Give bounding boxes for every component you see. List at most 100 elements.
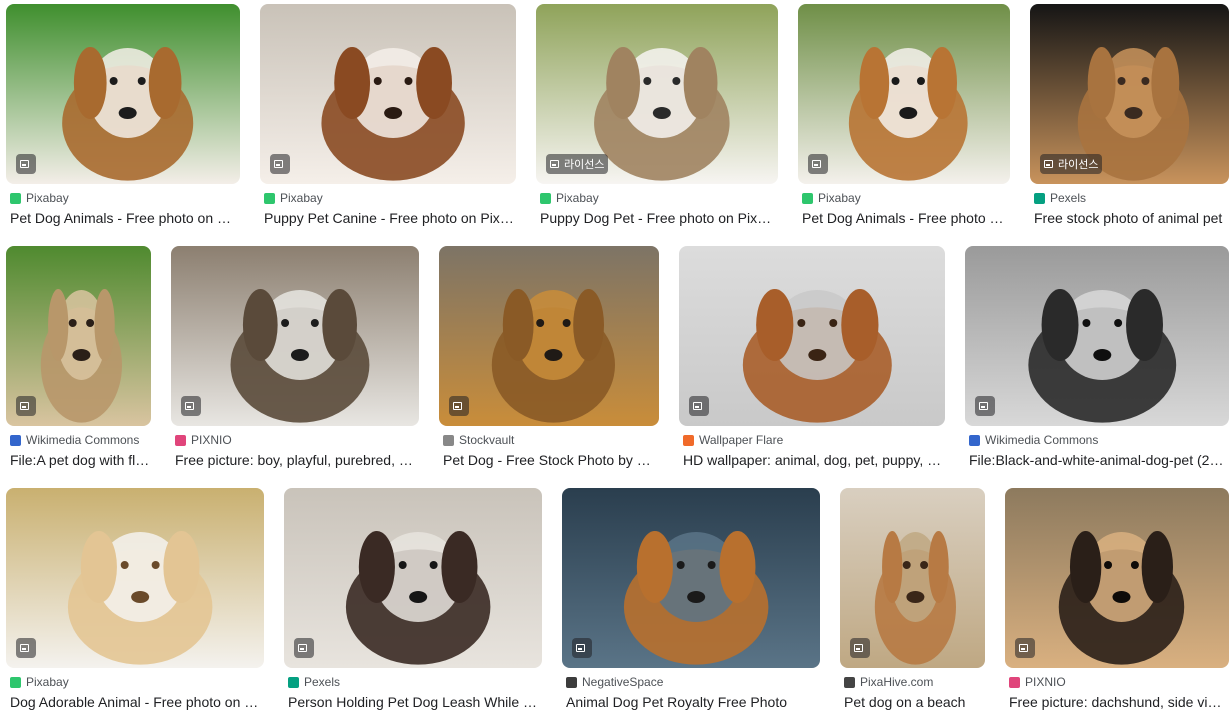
- source-name: Wikimedia Commons: [985, 433, 1099, 447]
- image-badge: 라이선스: [1040, 154, 1103, 174]
- image-badge: [16, 638, 36, 658]
- image-result[interactable]: Wallpaper Flare HD wallpaper: animal, dog…: [679, 246, 945, 470]
- result-source[interactable]: Stockvault: [443, 432, 514, 448]
- image-result[interactable]: PixaHive.com Pet dog on a beach: [840, 488, 985, 712]
- source-name: Pixabay: [818, 191, 861, 205]
- image-badge: [808, 154, 828, 174]
- negativespace-icon: [566, 676, 577, 688]
- image-result[interactable]: NegativeSpace Animal Dog Pet Royalty Free…: [562, 488, 820, 712]
- result-thumbnail[interactable]: [6, 488, 264, 668]
- result-thumbnail[interactable]: [6, 246, 151, 426]
- result-title[interactable]: Pet dog on a beach: [844, 692, 985, 712]
- result-title[interactable]: Pet Dog Animals - Free photo on Pixabay: [802, 208, 1010, 228]
- result-source[interactable]: Pixabay: [10, 674, 69, 690]
- source-name: Pixabay: [280, 191, 323, 205]
- image-result[interactable]: Pixabay Pet Dog Animals - Free photo on P…: [6, 4, 240, 228]
- result-thumbnail[interactable]: [439, 246, 659, 426]
- image-icon: [20, 160, 29, 168]
- result-thumbnail[interactable]: 라이선스: [1030, 4, 1229, 184]
- dog-photo: [6, 4, 240, 184]
- dog-photo: [284, 488, 542, 668]
- image-result[interactable]: 라이선스 Pixabay Puppy Dog Pet - Free photo on…: [536, 4, 778, 228]
- result-title[interactable]: File:Black-and-white-animal-dog-pet (240…: [969, 450, 1229, 470]
- dog-photo: [679, 246, 945, 426]
- image-badge: 라이선스: [546, 154, 609, 174]
- image-icon: [185, 402, 194, 410]
- license-label: 라이선스: [564, 159, 605, 171]
- image-icon: [274, 160, 283, 168]
- dog-photo: [6, 488, 264, 668]
- result-title[interactable]: Puppy Pet Canine - Free photo on Pixabay: [264, 208, 516, 228]
- image-result[interactable]: Pixabay Puppy Pet Canine - Free photo on …: [260, 4, 516, 228]
- result-title[interactable]: Free picture: boy, playful, purebred, po…: [175, 450, 419, 470]
- image-badge: [572, 638, 592, 658]
- pixabay-icon: [264, 192, 275, 204]
- result-thumbnail[interactable]: [798, 4, 1010, 184]
- result-title[interactable]: Free stock photo of animal pet: [1034, 208, 1229, 228]
- result-source[interactable]: Pexels: [288, 674, 340, 690]
- result-source[interactable]: NegativeSpace: [566, 674, 663, 690]
- result-title[interactable]: HD wallpaper: animal, dog, pet, puppy, c…: [683, 450, 945, 470]
- result-source[interactable]: Wikimedia Commons: [10, 432, 139, 448]
- result-source[interactable]: Wallpaper Flare: [683, 432, 783, 448]
- dog-photo: [1005, 488, 1229, 668]
- result-title[interactable]: Person Holding Pet Dog Leash While Walki…: [288, 692, 542, 712]
- result-thumbnail[interactable]: 라이선스: [536, 4, 778, 184]
- image-icon: [1044, 160, 1053, 168]
- result-source[interactable]: Pixabay: [10, 190, 69, 206]
- image-result[interactable]: Wikimedia Commons File:A pet dog with flu…: [6, 246, 151, 470]
- image-result[interactable]: Pexels Person Holding Pet Dog Leash While…: [284, 488, 542, 712]
- result-thumbnail[interactable]: [171, 246, 419, 426]
- pixabay-icon: [10, 676, 21, 688]
- image-icon: [1019, 644, 1028, 652]
- result-title[interactable]: Dog Adorable Animal - Free photo on Pixa…: [10, 692, 264, 712]
- dog-photo: [562, 488, 820, 668]
- result-thumbnail[interactable]: [6, 4, 240, 184]
- dog-photo: [965, 246, 1229, 426]
- image-icon: [550, 160, 559, 168]
- result-source[interactable]: Pixabay: [540, 190, 599, 206]
- dog-photo: [439, 246, 659, 426]
- image-result[interactable]: PIXNIO Free picture: boy, playful, purebr…: [171, 246, 419, 470]
- wikimedia-icon: [10, 434, 21, 446]
- pixnio-icon: [175, 434, 186, 446]
- result-thumbnail[interactable]: [284, 488, 542, 668]
- image-result[interactable]: Wikimedia Commons File:Black-and-white-an…: [965, 246, 1229, 470]
- pixnio-icon: [1009, 676, 1020, 688]
- result-thumbnail[interactable]: [562, 488, 820, 668]
- image-result[interactable]: 라이선스 Pexels Free stock photo of animal pet: [1030, 4, 1229, 228]
- result-source[interactable]: Pixabay: [802, 190, 861, 206]
- result-thumbnail[interactable]: [840, 488, 985, 668]
- result-source[interactable]: PixaHive.com: [844, 674, 933, 690]
- image-badge: [16, 154, 36, 174]
- result-title[interactable]: Pet Dog - Free Stock Photo by Stockvault: [443, 450, 659, 470]
- result-title[interactable]: Free picture: dachshund, side view, dog,…: [1009, 692, 1229, 712]
- result-source[interactable]: Pixabay: [264, 190, 323, 206]
- result-thumbnail[interactable]: [260, 4, 516, 184]
- wallpaperflare-icon: [683, 434, 694, 446]
- result-thumbnail[interactable]: [1005, 488, 1229, 668]
- image-result[interactable]: Stockvault Pet Dog - Free Stock Photo by …: [439, 246, 659, 470]
- result-title[interactable]: Puppy Dog Pet - Free photo on Pixabay: [540, 208, 778, 228]
- result-title[interactable]: Animal Dog Pet Royalty Free Photo: [566, 692, 820, 712]
- image-badge: [850, 638, 870, 658]
- result-title[interactable]: File:A pet dog with fluffy hair.jpg: [10, 450, 151, 470]
- source-name: Stockvault: [459, 433, 515, 447]
- result-source[interactable]: Pexels: [1034, 190, 1086, 206]
- image-icon: [693, 402, 702, 410]
- image-result[interactable]: Pixabay Pet Dog Animals - Free photo on P…: [798, 4, 1010, 228]
- result-source[interactable]: Wikimedia Commons: [969, 432, 1098, 448]
- pexels-icon: [1034, 192, 1045, 204]
- pixabay-icon: [10, 192, 21, 204]
- source-name: PIXNIO: [191, 433, 232, 447]
- image-result[interactable]: PIXNIO Free picture: dachshund, side view…: [1005, 488, 1229, 712]
- result-source[interactable]: PIXNIO: [1009, 674, 1066, 690]
- result-thumbnail[interactable]: [965, 246, 1229, 426]
- stockvault-icon: [443, 434, 454, 446]
- image-result[interactable]: Pixabay Dog Adorable Animal - Free photo …: [6, 488, 264, 712]
- result-source[interactable]: PIXNIO: [175, 432, 232, 448]
- result-thumbnail[interactable]: [679, 246, 945, 426]
- result-title[interactable]: Pet Dog Animals - Free photo on Pixabay: [10, 208, 240, 228]
- source-name: Pexels: [304, 675, 341, 689]
- dog-photo: [171, 246, 419, 426]
